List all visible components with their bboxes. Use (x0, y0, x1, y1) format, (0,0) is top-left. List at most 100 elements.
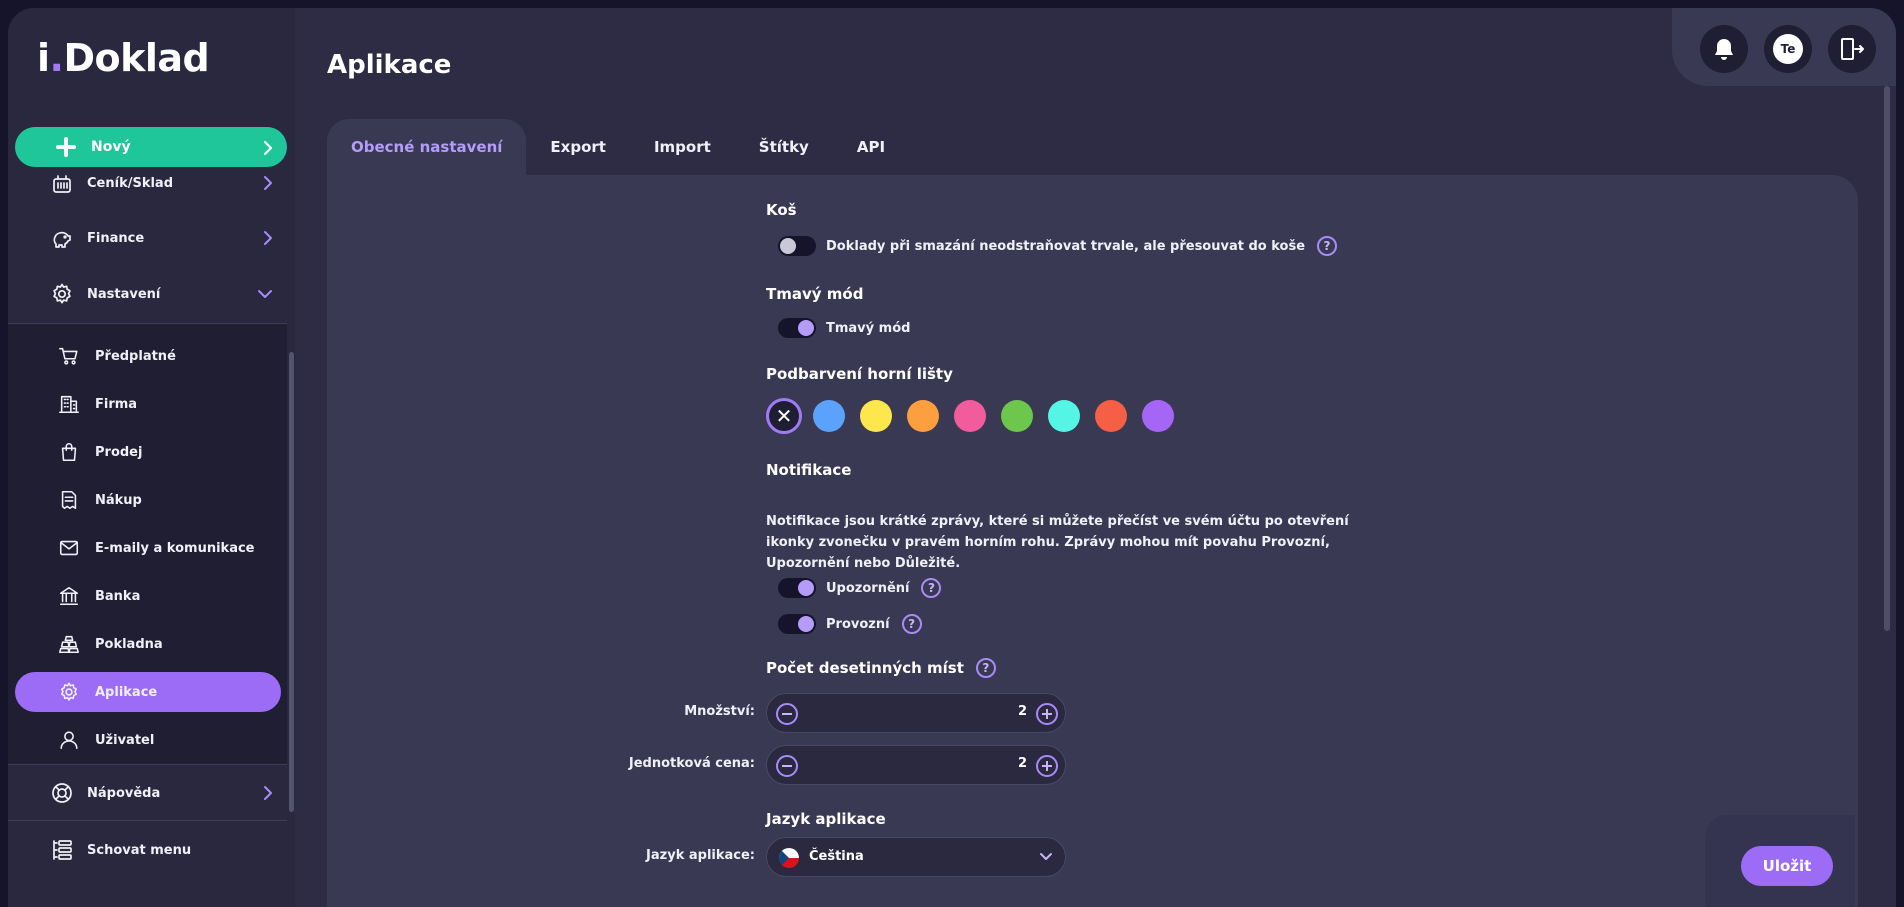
decrease-button[interactable] (776, 755, 798, 777)
tab-export[interactable]: Export (526, 119, 630, 175)
collapse-menu-icon (53, 840, 72, 860)
avatar-initials: Te (1773, 34, 1803, 64)
swatch-yellow[interactable] (860, 400, 892, 432)
lifebuoy-icon (52, 783, 72, 803)
gear-icon (60, 682, 78, 701)
swatch-none[interactable]: ✕ (766, 398, 802, 434)
sidebar: i.Doklad Nový Ceník/Sklad Finance Nastav… (8, 8, 295, 907)
increase-button[interactable] (1036, 703, 1058, 725)
new-button-label: Nový (91, 139, 131, 155)
dark-mode-toggle[interactable] (778, 318, 816, 338)
tab-general[interactable]: Obecné nastavení (327, 119, 527, 175)
quantity-value: 2 (1017, 704, 1027, 719)
logout-button[interactable] (1828, 25, 1876, 73)
tab-labels[interactable]: Štítky (735, 119, 833, 175)
sidebar-item-cash[interactable]: Pokladna (8, 624, 287, 664)
sidebar-item-user[interactable]: Uživatel (8, 720, 287, 760)
envelope-icon (59, 540, 79, 556)
unit-price-stepper: 2 (766, 745, 1066, 785)
sidebar-item-company[interactable]: Firma (8, 384, 287, 424)
receipt-icon (61, 490, 77, 510)
sidebar-item-finance[interactable]: Finance (8, 215, 287, 261)
trash-title: Koš (766, 201, 797, 219)
settings-submenu: Předplatné Firma Prodej Nákup E-maily a … (8, 323, 287, 765)
sidebar-item-emails[interactable]: E-maily a komunikace (8, 528, 287, 568)
sidebar-item-settings[interactable]: Nastavení (8, 271, 287, 317)
trash-toggle[interactable] (778, 236, 816, 256)
operational-notifications-setting: Provozní ? (778, 612, 922, 636)
hide-menu-button[interactable]: Schovat menu (8, 827, 287, 873)
swatch-blue[interactable] (813, 400, 845, 432)
barcode-box-icon (53, 175, 71, 193)
chevron-down-icon (1040, 853, 1052, 860)
logout-icon (1841, 38, 1864, 60)
plus-icon (55, 136, 77, 158)
new-button[interactable]: Nový (15, 127, 287, 167)
help-icon[interactable]: ? (901, 614, 922, 634)
save-button[interactable]: Uložit (1741, 846, 1833, 886)
chevron-right-icon (264, 176, 272, 190)
decimals-heading: Počet desetinných míst ? (766, 658, 996, 678)
dark-mode-title: Tmavý mód (766, 285, 864, 303)
trash-setting: Doklady při smazání neodstraňovat trvale… (778, 234, 1338, 258)
sidebar-item-subscription[interactable]: Předplatné (8, 336, 287, 376)
user-icon (60, 731, 78, 750)
unit-price-value: 2 (1017, 756, 1027, 771)
swatch-purple[interactable] (1142, 400, 1174, 432)
swatch-orange[interactable] (907, 400, 939, 432)
chevron-right-icon (264, 786, 272, 800)
sidebar-scrollbar[interactable] (289, 352, 294, 812)
piggy-bank-icon (53, 231, 71, 248)
quantity-stepper: 2 (766, 693, 1066, 733)
unit-price-label: Jednotková cena: (628, 756, 755, 771)
avatar[interactable]: Te (1764, 25, 1812, 73)
dark-mode-toggle-label: Tmavý mód (826, 320, 911, 336)
cart-icon (59, 347, 78, 365)
color-swatches: ✕ (766, 398, 1189, 434)
help-icon[interactable]: ? (921, 578, 942, 598)
tab-import[interactable]: Import (630, 119, 735, 175)
sidebar-item-applications[interactable]: Aplikace (15, 672, 281, 712)
swatch-green[interactable] (1001, 400, 1033, 432)
sidebar-item-bank[interactable]: Banka (8, 576, 287, 616)
notifications-title: Notifikace (766, 461, 852, 479)
language-value: Čeština (809, 849, 864, 864)
language-label: Jazyk aplikace: (646, 848, 755, 863)
sidebar-item-sales[interactable]: Prodej (8, 432, 287, 472)
chevron-down-icon (258, 290, 272, 298)
swatch-red[interactable] (1095, 400, 1127, 432)
swatch-pink[interactable] (954, 400, 986, 432)
quantity-label: Množství: (684, 704, 755, 719)
building-icon (59, 395, 79, 414)
notifications-button[interactable] (1700, 25, 1748, 73)
help-icon[interactable]: ? (1317, 236, 1338, 256)
coins-icon (59, 635, 79, 654)
chevron-right-icon (263, 140, 273, 156)
decimals-title: Počet desetinných míst (766, 659, 964, 677)
sidebar-item-help[interactable]: Nápověda (8, 770, 287, 816)
operational-toggle-label: Provozní (826, 616, 890, 632)
decrease-button[interactable] (776, 703, 798, 725)
tab-api[interactable]: API (833, 119, 909, 175)
increase-button[interactable] (1036, 755, 1058, 777)
operational-toggle[interactable] (778, 614, 816, 634)
tab-bar: Obecné nastavení Export Import Štítky AP… (327, 119, 909, 175)
notifications-description: Notifikace jsou krátké zprávy, které si … (766, 514, 1349, 571)
main-scrollbar[interactable] (1884, 86, 1890, 631)
dark-mode-setting: Tmavý mód (778, 316, 910, 340)
language-select[interactable]: Čeština (766, 837, 1066, 877)
divider (8, 820, 287, 821)
help-icon[interactable]: ? (975, 658, 996, 678)
trash-toggle-label: Doklady při smazání neodstraňovat trvale… (826, 238, 1306, 254)
shopping-bag-icon (61, 443, 77, 462)
language-title: Jazyk aplikace (766, 810, 886, 828)
bank-icon (59, 586, 79, 606)
swatch-cyan[interactable] (1048, 400, 1080, 432)
sidebar-item-pricelist[interactable]: Ceník/Sklad (8, 167, 287, 199)
warning-notifications-setting: Upozornění ? (778, 576, 942, 600)
sidebar-item-purchase[interactable]: Nákup (8, 480, 287, 520)
warning-toggle[interactable] (778, 578, 816, 598)
czech-flag-icon (779, 848, 799, 868)
app-window: i.Doklad Nový Ceník/Sklad Finance Nastav… (8, 8, 1896, 907)
warning-toggle-label: Upozornění (826, 580, 910, 596)
